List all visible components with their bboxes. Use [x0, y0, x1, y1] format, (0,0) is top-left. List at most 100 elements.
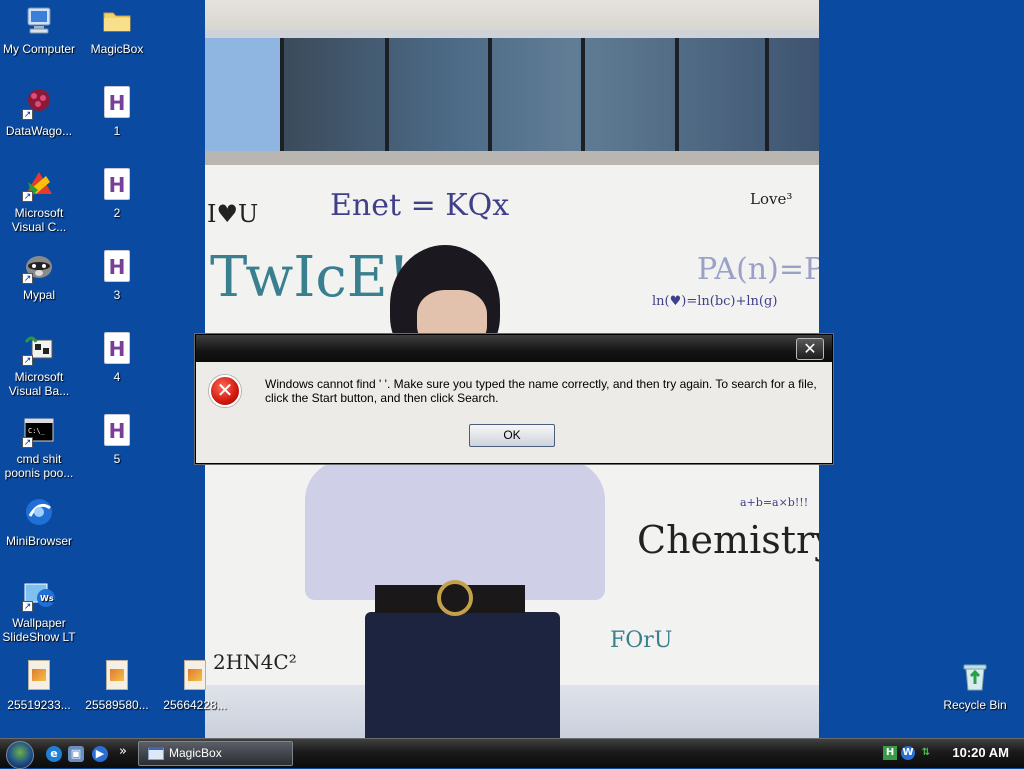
desktop-icon-file[interactable]: 25519233...: [0, 660, 79, 712]
visual-basic-icon: ↗: [22, 332, 56, 366]
desktop-icon-label: 1: [113, 124, 121, 138]
desktop-icon-cmd[interactable]: C:\_ ↗ cmd shit poonis poo...: [0, 414, 79, 480]
desktop-icon-label: 25664228...: [163, 698, 227, 712]
browser-tray-icon[interactable]: W: [901, 746, 915, 760]
desktop-icon-recycle-bin[interactable]: Recycle Bin: [935, 660, 1015, 712]
internet-explorer-icon[interactable]: e: [46, 746, 62, 762]
shortcut-arrow-icon: ↗: [22, 109, 33, 120]
wallpaper-mullion: [581, 38, 585, 156]
image-file-icon: [100, 660, 134, 694]
dialog-message: Windows cannot find ' '. Make sure you t…: [265, 377, 817, 405]
svg-text:Ws: Ws: [40, 594, 54, 603]
desktop-icon-label: Microsoft Visual Ba...: [8, 370, 70, 398]
desktop-icon-5[interactable]: H 5: [77, 414, 157, 466]
desktop-icon-label: 5: [113, 452, 121, 466]
document-h-icon: H: [100, 250, 134, 284]
shortcut-arrow-icon: ↗: [22, 601, 33, 612]
desktop-icon-file[interactable]: 25664228...: [155, 660, 235, 712]
wallpaper-text: Enet = KQx: [330, 188, 510, 223]
desktop-icon-label: 4: [113, 370, 121, 384]
document-h-icon: H: [100, 168, 134, 202]
wallpaper-person-skirt: [365, 612, 560, 740]
desktop-icon-wallpaper-slideshow[interactable]: Ws ↗ Wallpaper SlideShow LT: [0, 578, 79, 644]
desktop-icon-label: 2: [113, 206, 121, 220]
system-tray: H W ⇅ 10:20 AM: [883, 739, 1024, 768]
wallpaper-rail: [205, 151, 819, 165]
desktop-icon-label: MagicBox: [90, 42, 144, 56]
wallpaper-windows: [205, 38, 819, 156]
document-h-icon: H: [100, 332, 134, 366]
h-tray-icon[interactable]: H: [883, 746, 897, 760]
clock[interactable]: 10:20 AM: [952, 745, 1009, 760]
wallpaper-text: FOrU: [610, 628, 673, 653]
document-h-icon: H: [100, 86, 134, 120]
ok-button[interactable]: OK: [469, 424, 555, 447]
desktop-icon-4[interactable]: H 4: [77, 332, 157, 384]
show-desktop-icon[interactable]: ▣: [68, 746, 84, 762]
command-prompt-icon: C:\_ ↗: [22, 414, 56, 448]
wallpaper-text: ln(♥)=ln(bc)+ln(g): [652, 294, 778, 309]
visual-cpp-icon: ↗: [22, 168, 56, 202]
wallpaper-text: TwIcE!: [210, 245, 411, 310]
dialog-title-bar[interactable]: ✕: [196, 335, 832, 362]
desktop-icon-1[interactable]: H 1: [77, 86, 157, 138]
raccoon-icon: ↗: [22, 250, 56, 284]
desktop-icon-2[interactable]: H 2: [77, 168, 157, 220]
image-file-icon: [178, 660, 212, 694]
desktop-icon-label: DataWago...: [5, 124, 73, 138]
desktop-icon-mypal[interactable]: ↗ Mypal: [0, 250, 79, 302]
wallpaper-slideshow-icon: Ws ↗: [22, 578, 56, 612]
image-file-icon: [22, 660, 56, 694]
error-dialog: ✕ ✕ Windows cannot find ' '. Make sure y…: [195, 334, 833, 464]
folder-icon: [100, 4, 134, 38]
wallpaper-mullion: [675, 38, 679, 156]
wallpaper-text: PA(n)=PB: [697, 252, 819, 287]
desktop-icon-label: Microsoft Visual C...: [11, 206, 67, 234]
recycle-bin-icon: [958, 660, 992, 694]
desktop-icon-label: 25589580...: [85, 698, 149, 712]
desktop-icon-label: 3: [113, 288, 121, 302]
wallpaper-person-buckle: [437, 580, 473, 616]
desktop-icon-file[interactable]: 25589580...: [77, 660, 157, 712]
desktop-icon-label: cmd shit poonis poo...: [4, 452, 74, 480]
desktop-icon-visual-cpp[interactable]: ↗ Microsoft Visual C...: [0, 168, 79, 234]
minibrowser-icon: [22, 496, 56, 530]
media-player-icon[interactable]: ▶: [92, 746, 108, 762]
desktop-icon-minibrowser[interactable]: MiniBrowser: [0, 496, 79, 548]
wallpaper-text: I♥U: [207, 200, 259, 228]
close-icon: ✕: [803, 339, 817, 358]
shortcut-arrow-icon: ↗: [22, 191, 33, 202]
error-icon: ✕: [209, 375, 241, 407]
shortcut-arrow-icon: ↗: [22, 437, 33, 448]
desktop-icon-label: Recycle Bin: [943, 698, 1007, 712]
document-h-icon: H: [100, 414, 134, 448]
taskbar: e ▣ ▶ » MagicBox H W ⇅ 10:20 AM: [0, 738, 1024, 769]
desktop-icon-label: 25519233...: [7, 698, 71, 712]
quicklaunch-chevron-icon[interactable]: »: [119, 744, 127, 759]
taskbar-button-magicbox[interactable]: MagicBox: [138, 741, 293, 766]
close-button[interactable]: ✕: [796, 338, 824, 360]
wallpaper-text: Chemistry: [637, 518, 819, 562]
wallpaper-person-shirt: [305, 460, 605, 600]
desktop-icon-label: My Computer: [2, 42, 76, 56]
desktop-icon-magicbox[interactable]: MagicBox: [77, 4, 157, 56]
shortcut-arrow-icon: ↗: [22, 355, 33, 366]
svg-text:C:\_: C:\_: [28, 427, 46, 435]
wallpaper-mullion: [280, 38, 284, 156]
start-button[interactable]: [6, 741, 34, 769]
window-icon: [148, 747, 164, 760]
datawagon-icon: ↗: [22, 86, 56, 120]
wallpaper-text: Love³: [750, 190, 793, 208]
desktop-icon-visual-basic[interactable]: ↗ Microsoft Visual Ba...: [0, 332, 79, 398]
wallpaper-mullion: [765, 38, 769, 156]
desktop-icon-label: Mypal: [22, 288, 55, 302]
desktop-icon-datawagon[interactable]: ↗ DataWago...: [0, 86, 79, 138]
wallpaper-mullion: [385, 38, 389, 156]
desktop-icon-label: MiniBrowser: [5, 534, 72, 548]
network-tray-icon[interactable]: ⇅: [919, 746, 933, 760]
desktop-icon-3[interactable]: H 3: [77, 250, 157, 302]
desktop-icon-my-computer[interactable]: My Computer: [0, 4, 79, 56]
shortcut-arrow-icon: ↗: [22, 273, 33, 284]
computer-icon: [22, 4, 56, 38]
desktop-icon-label: Wallpaper SlideShow LT: [2, 616, 76, 644]
